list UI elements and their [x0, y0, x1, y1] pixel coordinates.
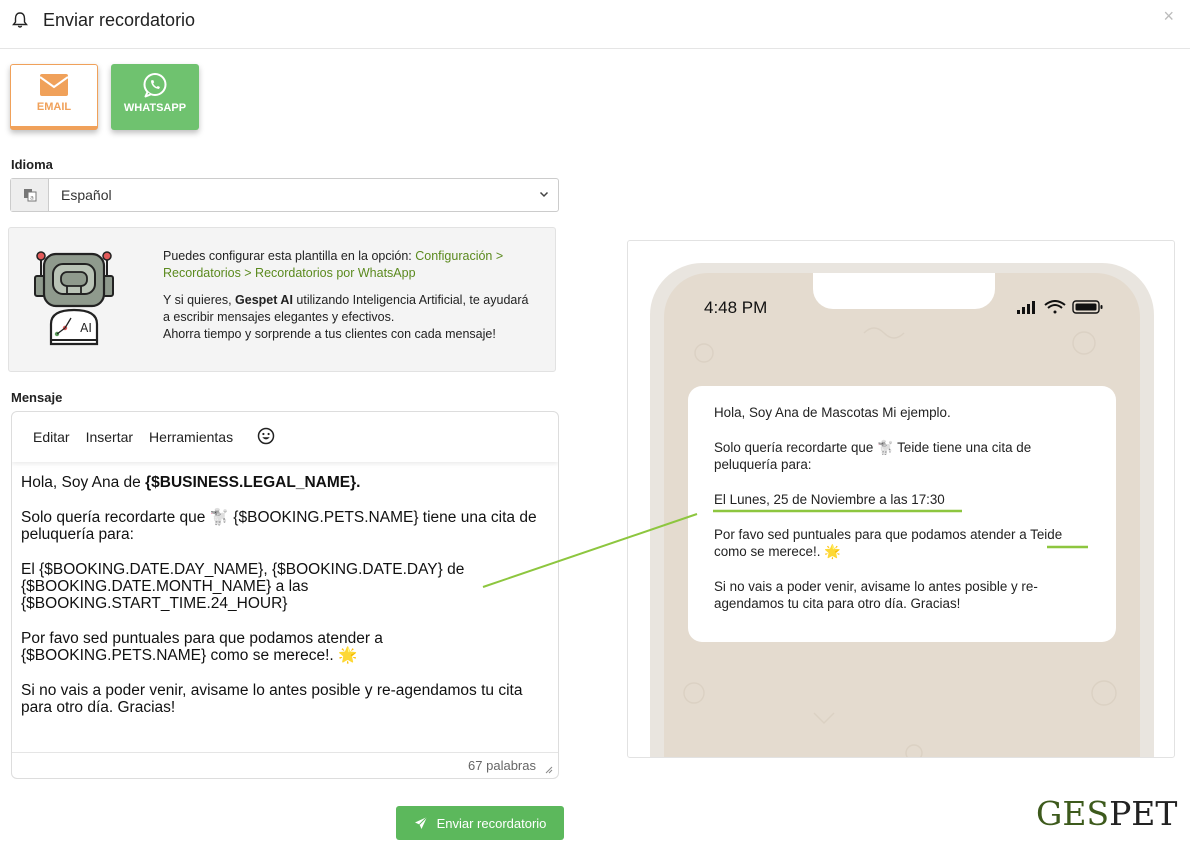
language-select[interactable]: Español: [49, 179, 558, 211]
status-bar-time: 4:48 PM: [704, 298, 768, 317]
whatsapp-message-bubble: Hola, Soy Ana de Mascotas Mi ejemplo. So…: [688, 386, 1116, 642]
greeting-prefix: Hola, Soy Ana de: [21, 474, 146, 491]
date-line-2: {$BOOKING.DATE.MONTH_NAME} a las: [21, 578, 309, 595]
message-paragraph-2: Solo quería recordarte que 🐩 {$BOOKING.P…: [21, 509, 537, 543]
signal-icon: [1017, 301, 1035, 314]
whatsapp-preview-panel: 4:48 PM Hola, Soy Ana de Mascotas Mi eje…: [627, 240, 1175, 758]
email-channel-button[interactable]: EMAIL: [10, 64, 98, 130]
date-line-1: El {$BOOKING.DATE.DAY_NAME}, {$BOOKING.D…: [21, 561, 465, 578]
message-paragraph-4: Por favo sed puntuales para que podamos …: [21, 630, 551, 664]
date-line-3: {$BOOKING.START_TIME.24_HOUR}: [21, 595, 288, 612]
info-ai-tagline: Ahorra tiempo y sorprende a tus clientes…: [163, 327, 496, 341]
menu-insertar[interactable]: Insertar: [86, 429, 133, 445]
logo-part-1: GES: [1036, 794, 1110, 833]
emoji-icon[interactable]: [257, 427, 275, 448]
phone-notch: [813, 273, 995, 309]
phone-mockup: 4:48 PM Hola, Soy Ana de Mascotas Mi eje…: [650, 263, 1154, 757]
wifi-icon: [1044, 300, 1066, 314]
whatsapp-channel-button[interactable]: WHATSAPP: [111, 64, 199, 130]
preview-greeting: Hola, Soy Ana de Mascotas Mi ejemplo.: [714, 405, 951, 420]
phone-screen: 4:48 PM Hola, Soy Ana de Mascotas Mi eje…: [664, 273, 1140, 757]
svg-text:a: a: [30, 195, 34, 202]
info-config-line: Puedes configurar esta plantilla en la o…: [163, 248, 533, 282]
message-paragraph-5: Si no vais a poder venir, avisame lo ant…: [21, 682, 523, 716]
preview-punctual-suffix: como se merece!. 🌟: [714, 544, 841, 559]
preview-pet-name: Teide: [1030, 527, 1063, 542]
language-select-value: Español: [61, 187, 112, 203]
message-editor: Editar Insertar Herramientas Hola, Soy A…: [11, 411, 559, 779]
business-name-variable: {$BUSINESS.LEGAL_NAME}.: [145, 474, 361, 491]
bell-icon: [12, 12, 28, 28]
menu-herramientas[interactable]: Herramientas: [149, 429, 233, 445]
chevron-down-icon: [539, 191, 549, 198]
whatsapp-channel-label: WHATSAPP: [123, 102, 187, 114]
preview-paragraph-4: Por favo sed puntuales para que podamos …: [714, 526, 1090, 560]
ai-info-panel: AI Puedes configurar esta plantilla en l…: [8, 227, 556, 372]
menu-editar[interactable]: Editar: [33, 429, 70, 445]
send-reminder-label: Enviar recordatorio: [436, 815, 547, 831]
word-count: 67 palabras: [468, 758, 536, 773]
editor-menubar: Editar Insertar Herramientas: [12, 412, 558, 462]
gespet-logo: GESPET: [1036, 794, 1177, 833]
info-ai-prefix: Y si quieres,: [163, 293, 236, 307]
message-greeting: Hola, Soy Ana de {$BUSINESS.LEGAL_NAME}.: [21, 474, 551, 491]
status-bar-icons: [1017, 300, 1103, 314]
dialog-title: Enviar recordatorio: [43, 10, 196, 30]
editor-statusbar: 67 palabras: [12, 752, 558, 778]
whatsapp-icon: [143, 73, 167, 98]
message-label: Mensaje: [11, 390, 63, 405]
email-channel-label: EMAIL: [36, 101, 72, 113]
preview-date-line: El Lunes, 25 de Noviembre a las 17:30: [714, 492, 945, 507]
send-reminder-button[interactable]: Enviar recordatorio: [396, 806, 564, 840]
translate-icon: a: [11, 179, 49, 211]
resize-handle-icon[interactable]: [545, 766, 553, 774]
message-paragraph-3: El {$BOOKING.DATE.DAY_NAME}, {$BOOKING.D…: [21, 561, 551, 612]
language-select-group: a Español: [10, 178, 559, 212]
gespet-ai-brand: Gespet AI: [235, 293, 293, 307]
logo-part-2: PET: [1109, 794, 1178, 833]
punctual-line-1: Por favo sed puntuales para que podamos …: [21, 630, 383, 647]
preview-paragraph-5: Si no vais a poder venir, avisame lo ant…: [714, 579, 1038, 611]
preview-paragraph-2: Solo quería recordarte que 🐩 Teide tiene…: [714, 440, 1032, 472]
dialog-header: Enviar recordatorio ×: [0, 0, 1190, 49]
punctual-line-2: {$BOOKING.PETS.NAME} como se merece!. 🌟: [21, 647, 358, 664]
ai-info-text: Puedes configurar esta plantilla en la o…: [163, 248, 533, 343]
info-config-prefix: Puedes configurar esta plantilla en la o…: [163, 249, 416, 263]
message-body[interactable]: Hola, Soy Ana de {$BUSINESS.LEGAL_NAME}.…: [21, 474, 551, 734]
paper-plane-icon: [414, 816, 427, 829]
preview-punctual-prefix: Por favo sed puntuales para que podamos …: [714, 527, 1031, 542]
robot-ai-icon: AI: [34, 251, 114, 346]
battery-icon: [1072, 300, 1103, 314]
close-icon[interactable]: ×: [1163, 6, 1174, 27]
envelope-icon: [39, 74, 69, 96]
robot-ai-badge: AI: [80, 321, 92, 335]
info-ai-paragraph: Y si quieres, Gespet AI utilizando Intel…: [163, 292, 533, 343]
language-label: Idioma: [11, 157, 53, 172]
